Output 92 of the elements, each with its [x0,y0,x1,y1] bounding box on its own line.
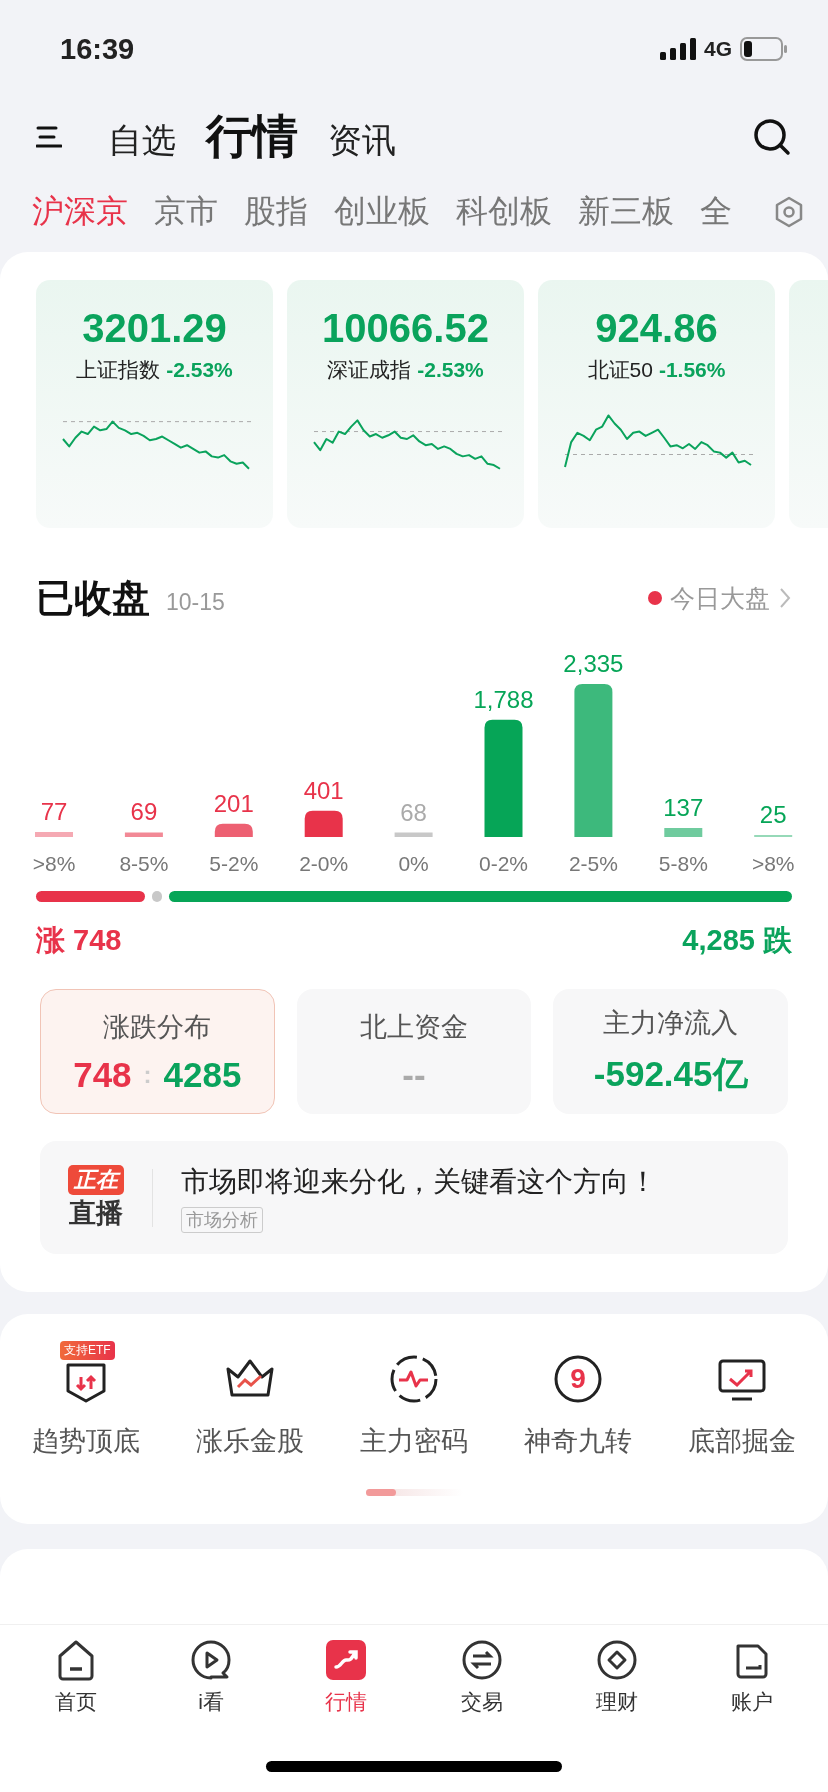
status-time: 16:39 [60,32,135,66]
tool-item[interactable]: 涨乐金股 [168,1339,332,1459]
nav-tab[interactable]: 行情 [278,1638,414,1716]
index-name: 北证50 [587,357,653,383]
market-date: 10-15 [166,588,225,616]
nine-glyph: 9 [570,1365,586,1393]
settings-icon[interactable] [774,196,804,228]
index-card[interactable]: 3201.29 上证指数 -2.53% [36,280,273,528]
bar-value: 137 [663,794,704,821]
chart-bar [304,810,343,837]
stat-card[interactable]: 北上资金 -- [296,989,532,1114]
stat-label: 主力净流入 [603,1007,739,1040]
market-tab[interactable]: 新三板 [578,190,674,234]
stat-value: -- [402,1054,426,1095]
stat-label: 涨跌分布 [103,1010,212,1044]
network-label: 4G [704,37,732,61]
tool-item[interactable]: 主力密码 [332,1339,496,1459]
index-value: 924.86 [595,305,718,352]
axis-label: >8% [32,852,76,875]
nav-tab[interactable]: 首页 [8,1638,144,1716]
nav-tab[interactable]: i看 [143,1638,279,1716]
header-tab[interactable]: 自选 [108,120,176,162]
stat-card[interactable]: 涨跌分布 748 : 4285 [40,989,275,1114]
index-name: 深证成指 [327,357,412,383]
axis-label: 2-0% [299,852,349,875]
flat-ratio-bar [151,891,162,902]
topic-tag: 市场分析 [181,1206,263,1233]
live-banner[interactable]: 正在 直播 市场即将迎来分化，关键看这个方向！ 市场分析 [40,1141,788,1254]
index-change: -2.53% [417,358,484,382]
bar-value: 2,335 [563,650,624,677]
nav-icon [189,1638,233,1682]
menu-icon[interactable] [36,125,62,149]
signal-icon [660,38,696,60]
axis-label: 2-5% [568,852,618,875]
axis-label: 0% [398,852,429,875]
nav-tab[interactable]: 理财 [549,1638,685,1716]
section-title: 已收盘 [36,575,150,621]
ratio-separator: : [143,1060,152,1089]
index-change: -2.53% [166,358,233,382]
market-tab[interactable]: 沪深京 [32,190,128,234]
bar-value: 77 [40,797,68,825]
tool-item[interactable]: 支持ETF 趋势顶底 [4,1339,168,1459]
bar-value: 69 [130,798,158,826]
index-name: 上证指数 [76,357,161,383]
chart-bar [394,832,433,837]
tool-item[interactable]: 底部掘金 [660,1339,824,1459]
chart-bar [664,828,703,837]
axis-label: 0-2% [479,852,528,875]
header-tab[interactable]: 资讯 [328,120,396,162]
chevron-right-icon [778,586,792,610]
market-tab[interactable]: 股指 [244,190,308,234]
axis-label: 8-5% [119,852,169,875]
rise-value: 748 [73,1054,132,1095]
axis-label: 5-2% [209,852,259,875]
tool-item[interactable]: 9 神奇九转 [496,1339,660,1459]
market-tab[interactable]: 京市 [154,190,218,234]
market-tab[interactable]: 全 [700,190,732,234]
index-value: 10066.52 [322,305,489,352]
fall-count: 4,285 跌 [682,923,792,958]
axis-label: >8% [751,852,795,875]
axis-label: 5-8% [658,852,708,875]
index-card[interactable]: 924.86 北证50 -1.56% [538,280,775,528]
nav-tab[interactable]: 交易 [414,1638,550,1716]
search-icon[interactable] [752,117,792,157]
market-tab[interactable]: 创业板 [334,190,430,234]
live-badge: 正在 [68,1164,124,1195]
bar-value: 401 [303,776,344,804]
nav-icon [324,1638,369,1682]
bar-value: 25 [759,801,787,828]
fall-value: 4285 [163,1054,242,1095]
index-change: -1.56% [658,358,726,382]
live-label: 直播 [69,1196,123,1230]
bar-value: 1,788 [473,685,534,713]
battery-icon [740,37,788,61]
chart-bar [214,823,253,837]
chart-bar [124,832,163,837]
index-value: 3201.29 [82,305,227,352]
live-dot-icon [648,591,662,605]
index-card[interactable]: 10066.52 深证成指 -2.53% [287,280,524,528]
live-title: 市场即将迎来分化，关键看这个方向！ [181,1164,657,1199]
chart-bar [35,831,73,837]
rise-count: 涨 748 [36,923,122,958]
stat-label: 北上资金 [360,1010,468,1044]
bar-value: 201 [213,789,254,817]
header-tab[interactable]: 行情 [206,109,298,165]
stat-value: -592.45亿 [593,1053,748,1095]
nav-icon [595,1638,639,1682]
stat-card[interactable]: 主力净流入 -592.45亿 [553,989,788,1114]
etf-badge: 支持ETF [60,1341,115,1360]
bar-value: 68 [400,798,427,826]
market-tab[interactable]: 科创板 [456,190,552,234]
nav-tab[interactable]: 账户 [684,1638,820,1716]
